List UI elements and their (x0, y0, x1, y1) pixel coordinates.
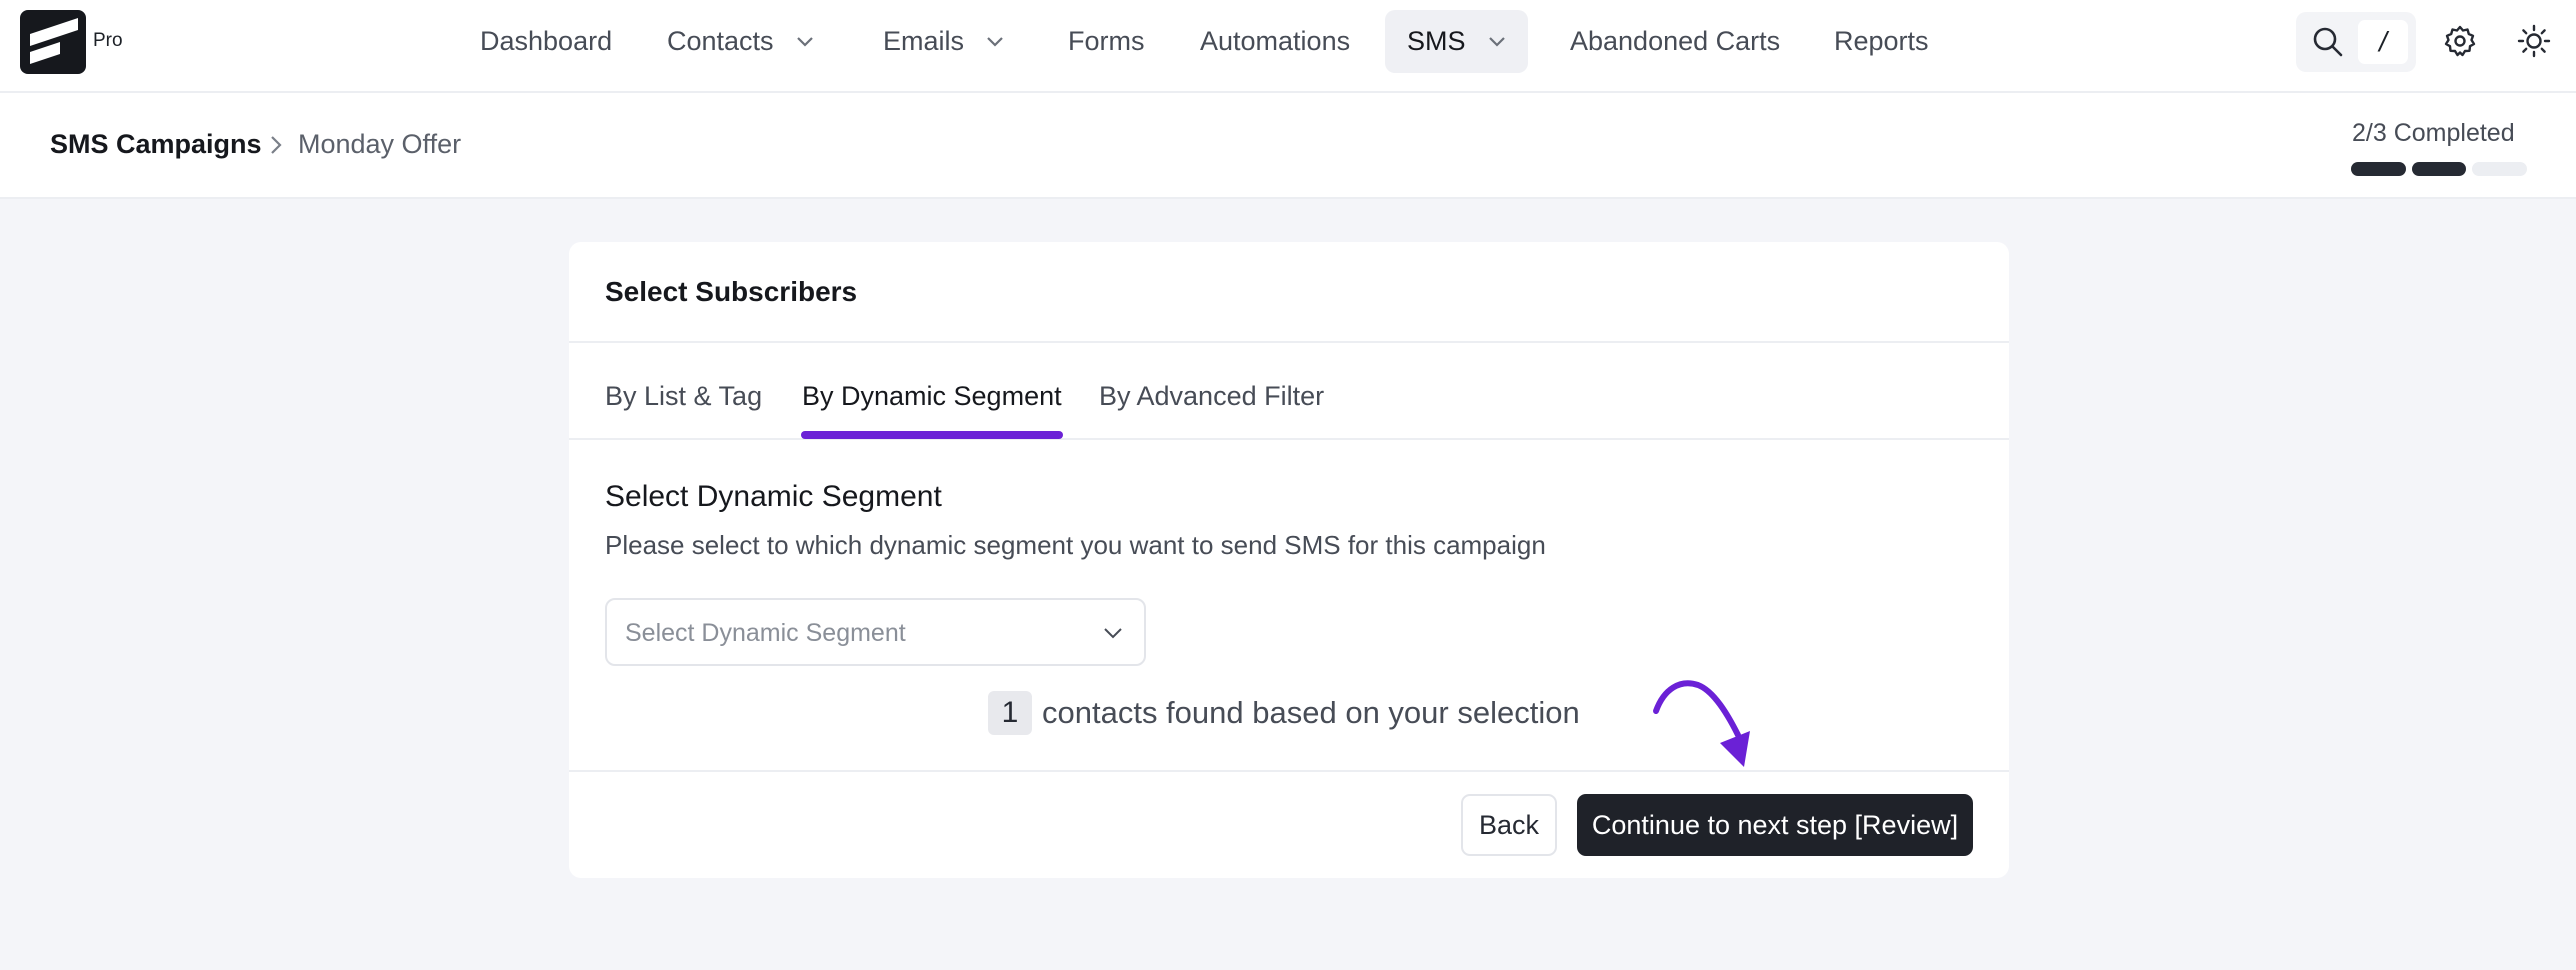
search-button[interactable]: / (2296, 12, 2416, 72)
nav-item-label: SMS (1407, 26, 1466, 56)
contacts-count-badge: 1 (988, 691, 1032, 735)
nav-item-label: Contacts (667, 26, 774, 56)
tab-by-advanced-filter[interactable]: By Advanced Filter (1099, 381, 1324, 412)
chevron-right-icon (266, 133, 286, 162)
progress-step (2472, 162, 2528, 176)
tab-by-list-tag[interactable]: By List & Tag (605, 381, 762, 412)
contacts-count-text: contacts found based on your selection (1042, 695, 1580, 730)
nav-item-forms[interactable]: Forms (1068, 10, 1145, 73)
breadcrumb-root-link[interactable]: SMS Campaigns (50, 129, 262, 160)
chevron-down-icon (986, 36, 1004, 48)
tab-by-dynamic-segment[interactable]: By Dynamic Segment (802, 381, 1062, 412)
nav-item-reports[interactable]: Reports (1834, 10, 1929, 73)
top-navigation: Pro Dashboard Contacts Emails Forms Auto… (0, 0, 2576, 93)
pointer-arrow-icon (1646, 677, 1756, 782)
active-tab-indicator (801, 431, 1063, 439)
select-placeholder: Select Dynamic Segment (625, 619, 906, 647)
chevron-down-icon (1488, 36, 1506, 48)
continue-button[interactable]: Continue to next step [Review] (1577, 794, 1973, 856)
progress-step (2351, 162, 2406, 176)
subscriber-tabs: By List & Tag By Dynamic Segment By Adva… (569, 343, 2009, 440)
search-icon (2312, 26, 2344, 63)
dynamic-segment-select[interactable]: Select Dynamic Segment (605, 598, 1146, 666)
contacts-count-row: 1 contacts found based on your selection (988, 690, 1580, 736)
breadcrumb-bar: SMS Campaigns Monday Offer 2/3 Completed (0, 93, 2576, 199)
nav-item-contacts[interactable]: Contacts (667, 10, 814, 73)
progress-step (2411, 162, 2467, 176)
select-subscribers-card: Select Subscribers By List & Tag By Dyna… (569, 242, 2009, 878)
nav-item-label: Abandoned Carts (1570, 26, 1781, 56)
nav-item-abandoned-carts[interactable]: Abandoned Carts (1570, 10, 1780, 73)
nav-item-label: Emails (883, 26, 965, 56)
chevron-down-icon (796, 36, 814, 48)
sun-icon[interactable] (2517, 24, 2551, 63)
card-footer: Back Continue to next step [Review] (569, 770, 2009, 878)
nav-item-emails[interactable]: Emails (883, 10, 1004, 73)
breadcrumb-current: Monday Offer (298, 129, 462, 159)
section-title: Select Dynamic Segment (605, 480, 942, 513)
gear-icon[interactable] (2443, 24, 2477, 63)
progress-steps (2351, 162, 2528, 176)
section-description: Please select to which dynamic segment y… (605, 530, 1546, 560)
chevron-down-icon (1102, 622, 1124, 649)
nav-item-dashboard[interactable]: Dashboard (480, 10, 612, 73)
nav-item-sms[interactable]: SMS (1385, 10, 1528, 73)
back-button[interactable]: Back (1461, 794, 1557, 856)
card-header: Select Subscribers (569, 242, 2009, 343)
nav-item-label: Reports (1834, 26, 1929, 56)
nav-item-automations[interactable]: Automations (1200, 10, 1350, 73)
nav-item-label: Dashboard (480, 26, 613, 56)
search-shortcut-key: / (2358, 20, 2408, 64)
main-menu: Dashboard Contacts Emails Forms Automati… (0, 0, 2576, 93)
nav-item-label: Forms (1068, 26, 1145, 56)
nav-item-label: Automations (1200, 26, 1351, 56)
progress-label: 2/3 Completed (2352, 119, 2515, 147)
card-title: Select Subscribers (605, 276, 858, 307)
